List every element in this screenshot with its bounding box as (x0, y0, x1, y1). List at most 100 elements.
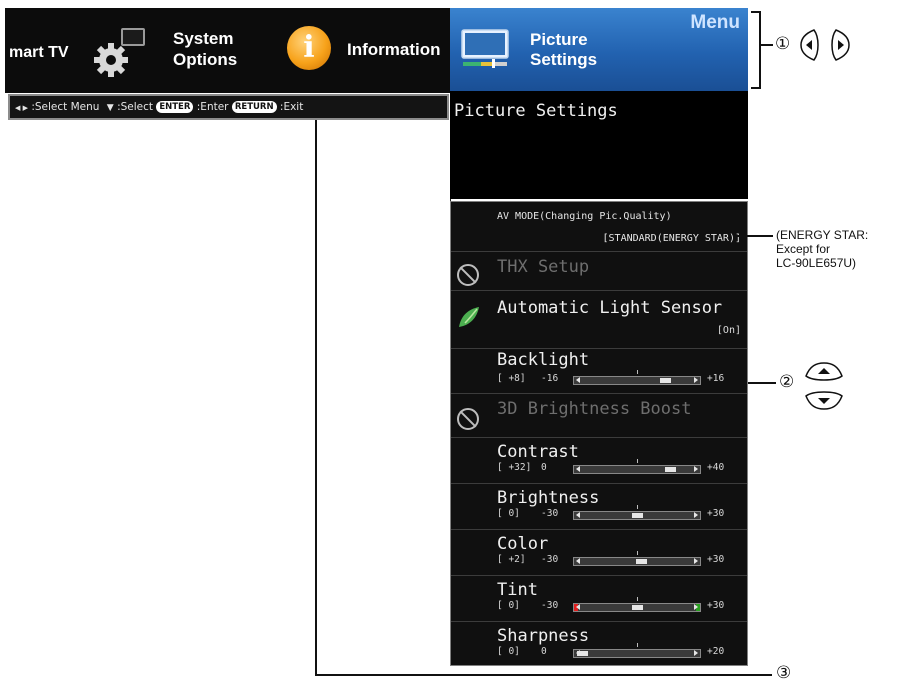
slider-label: Brightness (497, 488, 600, 508)
slider-control[interactable]: [ +2] -30 +30 (497, 551, 741, 566)
menu-bracket-tick (759, 44, 773, 46)
slider-label: Color (497, 534, 549, 554)
callout-3: ③ (776, 663, 792, 683)
slider-right-arrow-icon (694, 377, 698, 383)
slider-left-arrow-icon (576, 604, 580, 610)
left-arrow-button-icon (800, 29, 819, 61)
automatic-light-sensor-item[interactable]: Automatic Light Sensor [On] (451, 291, 747, 349)
slider-control[interactable]: [ 0] -30 +30 (497, 505, 741, 520)
slider-max-label: +30 (707, 508, 725, 519)
slider-control[interactable]: [ +32] 0 +40 (497, 459, 741, 474)
slider-current-value: [ +32] (497, 462, 532, 473)
submenu-title-area: Picture Settings (450, 91, 748, 199)
slider-track[interactable] (573, 551, 701, 566)
help-exit: :Exit (279, 101, 304, 113)
slider-control[interactable]: [ 0] 0 +20 (497, 643, 741, 658)
information-tab[interactable]: Information (347, 40, 441, 60)
left-right-arrows-icon: ◀ ▶ (15, 104, 28, 112)
system-options-line2: Options (173, 50, 238, 69)
energy-star-line1: (ENERGY STAR: (776, 228, 869, 242)
slider-track[interactable] (573, 643, 701, 658)
energy-star-leader (735, 235, 773, 237)
automatic-light-sensor-value: [On] (716, 325, 741, 336)
3d-brightness-boost-label: 3D Brightness Boost (497, 399, 692, 419)
callout-3-leader-horizontal (315, 674, 772, 676)
help-enter: :Enter (196, 101, 229, 113)
tv-icon (461, 29, 509, 68)
disabled-icon (457, 408, 479, 430)
slider-current-value: [ +2] (497, 554, 526, 565)
automatic-light-sensor-label: Automatic Light Sensor (497, 298, 723, 318)
slider-item[interactable]: Sharpness [ 0] 0 +20 (451, 622, 747, 664)
picture-settings-menu-header[interactable]: Menu Picture Settings (450, 8, 748, 91)
thx-setup-item: THX Setup (451, 252, 747, 291)
smart-tv-tab[interactable]: mart TV (9, 44, 69, 62)
slider-max-label: +20 (707, 646, 725, 657)
slider-knob[interactable] (577, 651, 588, 656)
slider-current-value: [ 0] (497, 600, 520, 611)
3d-brightness-boost-item: 3D Brightness Boost (451, 394, 747, 438)
menu-bracket-bottom (751, 87, 761, 89)
slider-knob[interactable] (665, 467, 676, 472)
slider-track[interactable] (573, 505, 701, 520)
energy-star-line3: LC-90LE657U) (776, 256, 857, 270)
information-icon: i (287, 26, 331, 70)
slider-knob[interactable] (635, 559, 647, 564)
callout-2-leader (748, 382, 776, 384)
slider-label: Backlight (497, 350, 590, 370)
slider-knob[interactable] (632, 605, 643, 610)
slider-left-arrow-icon (576, 558, 580, 564)
slider-right-arrow-icon (694, 512, 698, 518)
slider-left-arrow-icon (576, 466, 580, 472)
slider-control[interactable]: [ +8] -16 +16 (497, 370, 741, 385)
help-select: :Select (117, 101, 153, 113)
slider-center-tick (637, 505, 638, 509)
slider-knob[interactable] (659, 378, 671, 383)
slider-left-arrow-icon (576, 512, 580, 518)
energy-star-line2: Except for (776, 242, 831, 256)
slider-label: Tint (497, 580, 538, 600)
system-options-line1: System (173, 29, 234, 48)
slider-right-arrow-icon (694, 558, 698, 564)
slider-track[interactable] (573, 597, 701, 612)
up-arrow-button-icon (805, 362, 843, 381)
slider-track[interactable] (573, 370, 701, 385)
submenu-title: Picture Settings (454, 101, 618, 121)
tab-line1: Picture (530, 30, 588, 49)
slider-center-tick (637, 597, 638, 601)
slider-min-label: -16 (541, 373, 559, 384)
top-menu-bar: mart TV System Options i Information ◀ ▶ (5, 8, 450, 120)
slider-item[interactable]: Color [ +2] -30 +30 (451, 530, 747, 576)
av-mode-value: [STANDARD(ENERGY STAR)] (602, 233, 741, 244)
tab-line2: Settings (530, 50, 598, 69)
slider-left-arrow-icon (576, 377, 580, 383)
down-arrow-button-icon (805, 391, 843, 410)
slider-control[interactable]: [ 0] -30 +30 (497, 597, 741, 612)
slider-track[interactable] (573, 459, 701, 474)
thx-setup-label: THX Setup (497, 257, 590, 277)
callout-2: ② (779, 372, 795, 392)
slider-max-label: +40 (707, 462, 725, 473)
slider-max-label: +16 (707, 373, 725, 384)
slider-item[interactable]: Brightness [ 0] -30 +30 (451, 484, 747, 530)
help-bar: ◀ ▶ :Select Menu ▼ :Select ENTER :Enter … (8, 94, 449, 120)
picture-settings-tab: Picture Settings (530, 30, 597, 70)
slider-center-tick (637, 643, 638, 647)
system-options-tab[interactable]: System Options (173, 28, 237, 70)
picture-settings-list: AV MODE(Changing Pic.Quality) [STANDARD(… (450, 201, 748, 666)
menu-title: Menu (690, 12, 740, 33)
slider-item[interactable]: Tint [ 0] -30 +30 (451, 576, 747, 622)
disabled-icon (457, 264, 479, 286)
slider-item[interactable]: Backlight [ +8] -16 +16 (451, 349, 747, 394)
gear-icon (94, 28, 145, 77)
menu-bracket-vertical (759, 11, 761, 89)
slider-item[interactable]: Contrast [ +32] 0 +40 (451, 438, 747, 484)
av-mode-item[interactable]: AV MODE(Changing Pic.Quality) [STANDARD(… (451, 202, 747, 252)
slider-current-value: [ 0] (497, 646, 520, 657)
callout-1: ① (775, 34, 791, 54)
slider-current-value: [ 0] (497, 508, 520, 519)
slider-current-value: [ +8] (497, 373, 526, 384)
slider-right-arrow-icon (694, 604, 698, 610)
slider-knob[interactable] (632, 513, 643, 518)
slider-center-tick (637, 551, 638, 555)
